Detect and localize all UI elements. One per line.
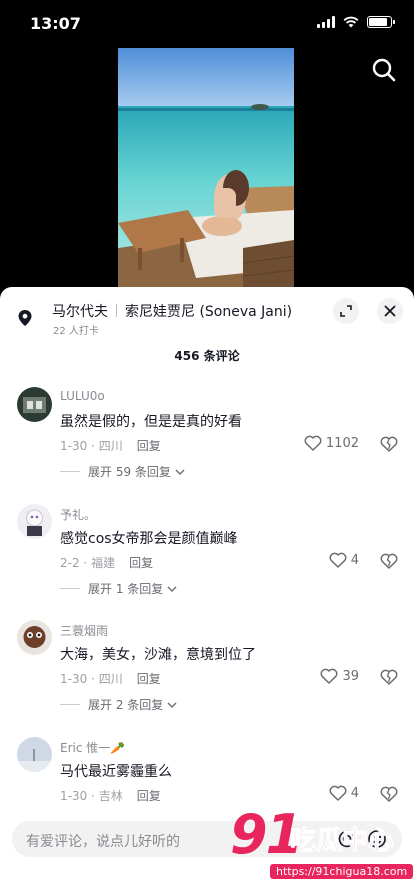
dislike-icon[interactable] [380, 435, 398, 453]
expand-replies-label: 展开 59 条回复 [88, 465, 171, 479]
comment-meta: 1-30 · 四川 回复 [60, 439, 161, 453]
reply-button[interactable]: 回复 [137, 672, 161, 686]
comment-text[interactable]: 感觉cos女帝那会是颜值巅峰 [60, 528, 238, 548]
like-count: 39 [342, 668, 359, 684]
expand-replies[interactable]: 展开 2 条回复 [60, 696, 177, 713]
comment-region: 四川 [98, 439, 123, 453]
expand-line [60, 588, 80, 589]
expand-replies-label: 展开 2 条回复 [88, 698, 164, 712]
heart-icon [320, 668, 338, 684]
like-button[interactable]: 4 [329, 552, 359, 568]
chevron-down-icon [167, 586, 177, 592]
reply-button[interactable]: 回复 [129, 556, 153, 570]
status-time: 13:07 [30, 14, 81, 33]
heart-icon [329, 785, 347, 801]
avatar[interactable] [17, 737, 52, 772]
dislike-icon[interactable] [380, 785, 398, 803]
comment-username[interactable]: 予礼。 [60, 506, 96, 523]
like-button[interactable]: 39 [320, 668, 359, 684]
status-bar: 13:07 [0, 0, 414, 48]
expand-icon [340, 305, 352, 317]
battery-icon [367, 16, 395, 28]
location-resort: 索尼娃贾尼 (Soneva Jani) [125, 304, 293, 320]
wifi-icon [343, 16, 359, 28]
comment-username[interactable]: LULU0o [60, 389, 105, 403]
chevron-down-icon [175, 469, 185, 475]
comment-text[interactable]: 大海，美女，沙滩，意境到位了 [60, 644, 256, 664]
chevron-down-icon [167, 702, 177, 708]
expand-replies-label: 展开 1 条回复 [88, 582, 164, 596]
watermark: 91 吃瓜中心 https://91chigua18.com [230, 806, 414, 884]
watermark-url: https://91chigua18.com [270, 864, 414, 879]
status-icons [317, 16, 395, 28]
video-player[interactable] [118, 48, 294, 288]
signal-icon [317, 16, 335, 28]
comment-text[interactable]: 虽然是假的，但是是真的好看 [60, 411, 242, 431]
comment-region: 福建 [91, 556, 116, 570]
like-button[interactable]: 4 [329, 785, 359, 801]
reply-button[interactable]: 回复 [137, 789, 161, 803]
comment-date: 1-30 [60, 672, 88, 686]
heart-icon [329, 552, 347, 568]
close-button[interactable] [377, 298, 403, 324]
checkin-count: 22 人打卡 [53, 326, 99, 337]
location-bar[interactable]: 马尔代夫 索尼娃贾尼 (Soneva Jani) 22 人打卡 [0, 287, 414, 341]
avatar[interactable] [17, 387, 52, 422]
comment-date: 1-30 [60, 439, 88, 453]
like-count: 1102 [325, 435, 359, 451]
comment-meta: 1-30 · 四川 回复 [60, 672, 161, 686]
battery-level [369, 18, 387, 26]
comment-meta: 1-30 · 吉林 回复 [60, 789, 161, 803]
like-count: 4 [350, 552, 359, 568]
expand-replies[interactable]: 展开 59 条回复 [60, 463, 185, 480]
comment-meta: 2-2 · 福建 回复 [60, 556, 154, 570]
location-divider [116, 304, 117, 317]
expand-line [60, 471, 80, 472]
watermark-name: 吃瓜中心 [289, 826, 395, 857]
video-frame [118, 48, 294, 288]
like-count: 4 [350, 785, 359, 801]
location-pin-icon [18, 310, 32, 326]
location-title[interactable]: 马尔代夫 索尼娃贾尼 (Soneva Jani) [52, 301, 292, 321]
screen: 13:07 马尔代夫 索尼娃贾尼 (Soneva Jani) 22 人打卡 45… [0, 0, 414, 896]
avatar[interactable] [17, 620, 52, 655]
comment-count: 456 条评论 [174, 349, 240, 363]
comment-date: 1-30 [60, 789, 88, 803]
like-button[interactable]: 1102 [304, 435, 359, 451]
search-icon[interactable] [370, 56, 398, 84]
close-icon [384, 305, 396, 317]
expand-button[interactable] [333, 298, 359, 324]
expand-line [60, 704, 80, 705]
avatar[interactable] [17, 504, 52, 539]
expand-replies[interactable]: 展开 1 条回复 [60, 580, 177, 597]
comment-username[interactable]: Eric 惟一🥕 [60, 739, 125, 756]
comment-sheet: 马尔代夫 索尼娃贾尼 (Soneva Jani) 22 人打卡 456 条评论 [0, 287, 414, 896]
dislike-icon[interactable] [380, 552, 398, 570]
reply-button[interactable]: 回复 [137, 439, 161, 453]
location-name: 马尔代夫 [52, 304, 108, 320]
comment-input-placeholder: 有爱评论，说点儿好听的 [26, 834, 180, 850]
comment-region: 吉林 [98, 789, 123, 803]
heart-icon [304, 435, 322, 451]
dislike-icon[interactable] [380, 668, 398, 686]
comment-username[interactable]: 三蓑烟雨 [60, 622, 108, 639]
comment-region: 四川 [98, 672, 123, 686]
comment-date: 2-2 [60, 556, 80, 570]
comment-text[interactable]: 马代最近雾霾重么 [60, 761, 172, 781]
